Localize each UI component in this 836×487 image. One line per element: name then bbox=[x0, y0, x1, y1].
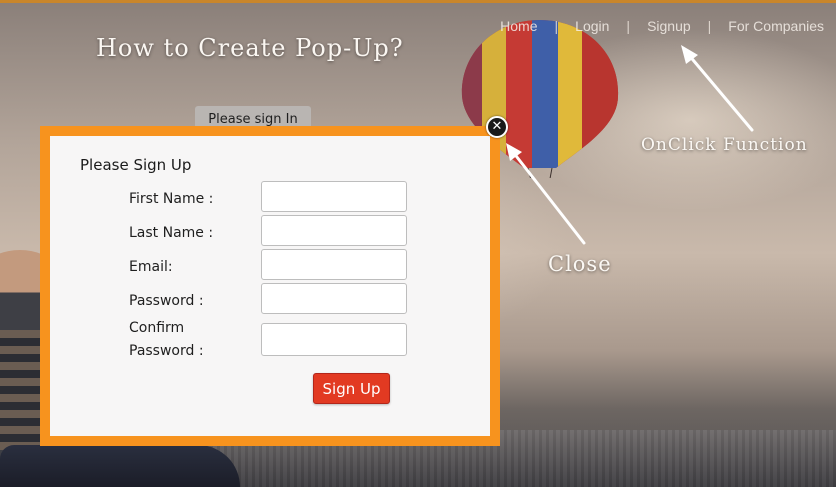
first-name-input[interactable] bbox=[261, 181, 407, 212]
top-accent-strip bbox=[0, 0, 836, 3]
email-input[interactable] bbox=[261, 249, 407, 280]
nav-for-companies-link[interactable]: For Companies bbox=[728, 18, 824, 34]
nav-signup-link[interactable]: Signup bbox=[647, 18, 691, 34]
nav-separator: | bbox=[626, 18, 631, 34]
background-laptop bbox=[0, 445, 240, 487]
email-label: Email: bbox=[129, 259, 173, 275]
last-name-label: Last Name : bbox=[129, 225, 214, 241]
onclick-function-annotation: OnClick Function bbox=[641, 135, 808, 155]
first-name-label: First Name : bbox=[129, 191, 214, 207]
nav-separator: | bbox=[554, 18, 559, 34]
confirm-password-label: Confirm Password : bbox=[129, 320, 204, 359]
password-label: Password : bbox=[129, 293, 204, 309]
signup-popup: Please Sign Up First Name : Last Name : … bbox=[40, 126, 500, 446]
nav-login-link[interactable]: Login bbox=[575, 18, 609, 34]
sign-up-button[interactable]: Sign Up bbox=[313, 373, 390, 404]
page-title: How to Create Pop-Up? bbox=[96, 34, 404, 62]
background-person-sweater bbox=[0, 330, 40, 450]
top-navigation: Home | Login | Signup | For Companies bbox=[500, 18, 824, 34]
confirm-password-input[interactable] bbox=[261, 323, 407, 356]
close-annotation: Close bbox=[548, 252, 612, 276]
nav-separator: | bbox=[707, 18, 712, 34]
password-input[interactable] bbox=[261, 283, 407, 314]
nav-home-link[interactable]: Home bbox=[500, 18, 537, 34]
close-icon[interactable]: ✕ bbox=[486, 116, 508, 138]
popup-heading: Please Sign Up bbox=[80, 156, 192, 174]
last-name-input[interactable] bbox=[261, 215, 407, 246]
